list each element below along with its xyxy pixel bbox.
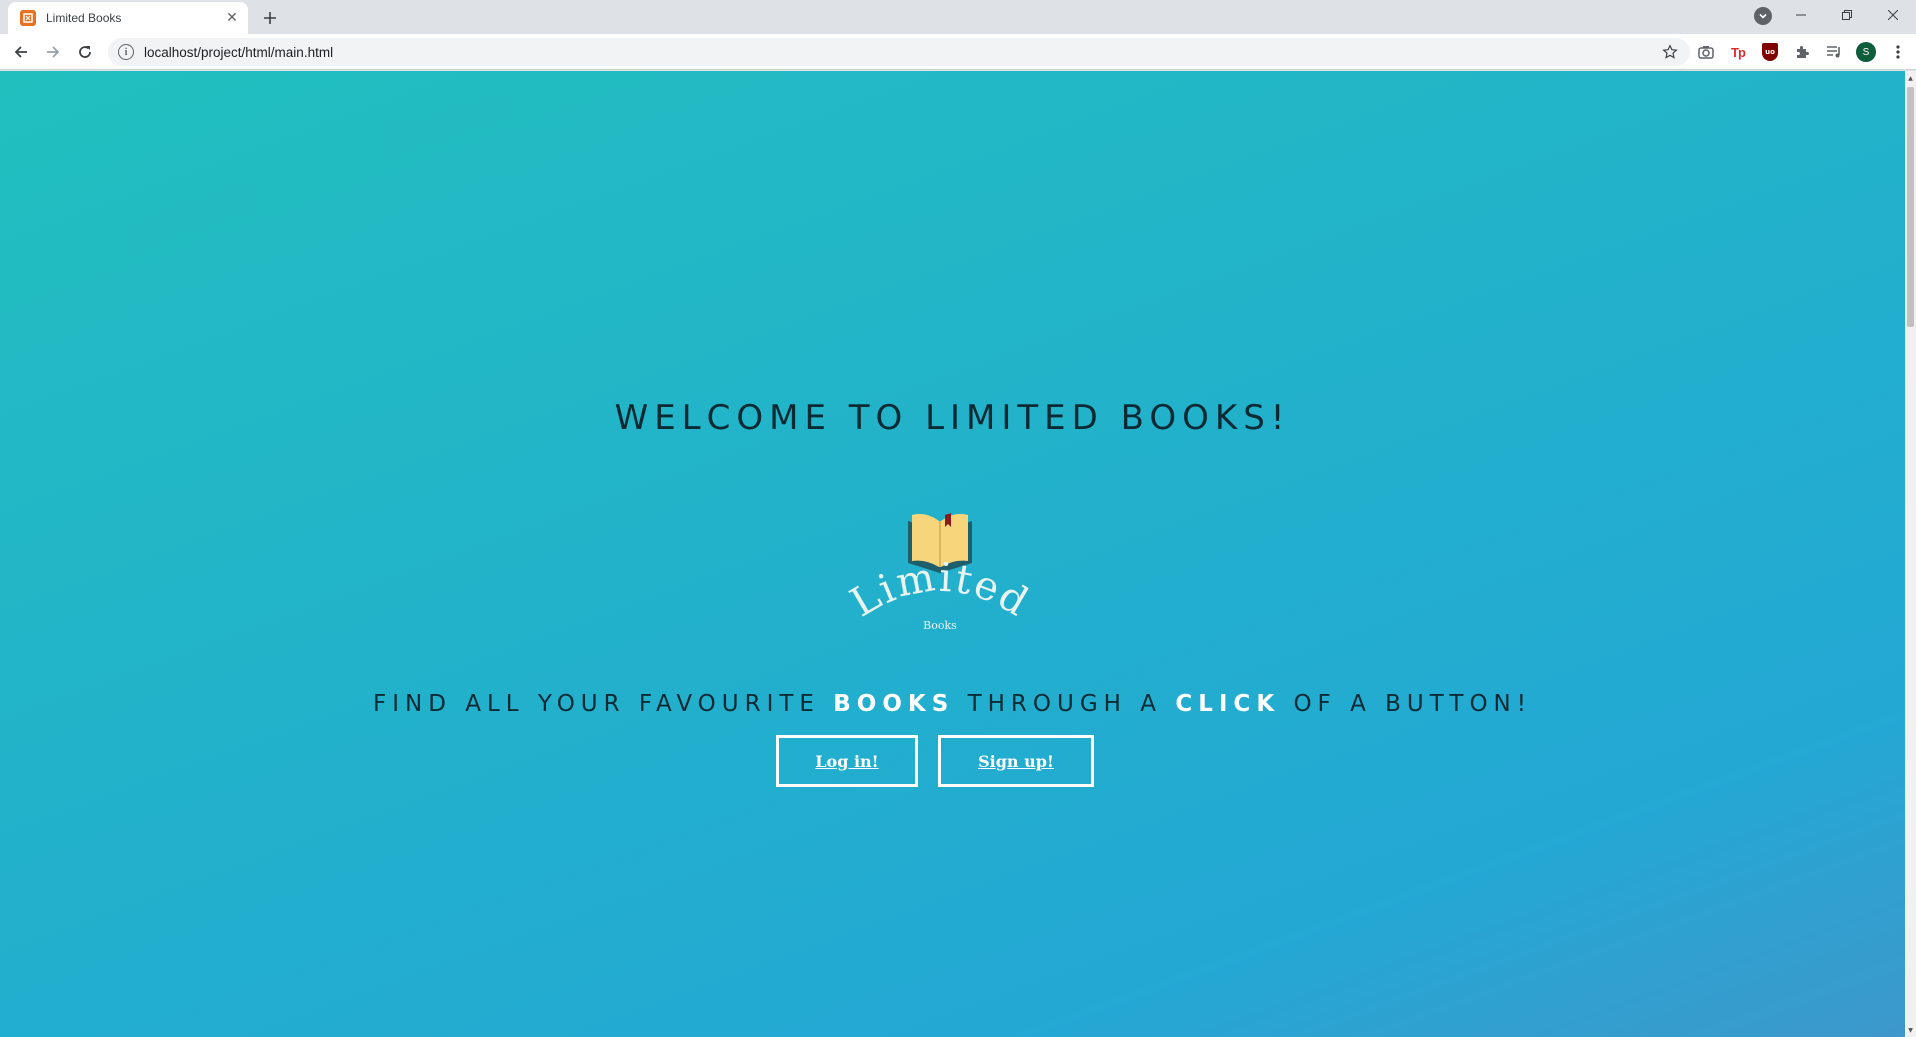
ublock-icon[interactable]: uo bbox=[1759, 41, 1781, 63]
tab-search-icon[interactable] bbox=[1754, 7, 1772, 25]
tagline-click: CLICK bbox=[1175, 691, 1281, 717]
puzzle-icon[interactable] bbox=[1791, 41, 1813, 63]
tab-title: Limited Books bbox=[46, 11, 122, 25]
camera-icon[interactable] bbox=[1695, 41, 1717, 63]
restore-icon[interactable] bbox=[1824, 0, 1870, 30]
page-viewport: WELCOME TO LIMITED BOOKS! Limited Books … bbox=[0, 71, 1905, 1037]
address-bar[interactable]: i localhost/project/html/main.html bbox=[108, 38, 1690, 66]
scroll-down-icon[interactable]: ▼ bbox=[1906, 1025, 1915, 1035]
menu-dots-icon[interactable] bbox=[1887, 41, 1909, 63]
signup-button[interactable]: Sign up! bbox=[938, 735, 1094, 787]
media-control-icon[interactable] bbox=[1823, 41, 1845, 63]
new-tab-icon[interactable] bbox=[258, 6, 282, 30]
site-info-icon[interactable]: i bbox=[118, 44, 134, 60]
tagline-part-5: OF A BUTTON! bbox=[1280, 691, 1532, 717]
back-arrow-icon[interactable] bbox=[9, 40, 33, 64]
login-button[interactable]: Log in! bbox=[776, 735, 918, 787]
tagline-part-1: FIND ALL YOUR FAVOURITE bbox=[373, 691, 834, 717]
scroll-up-icon[interactable]: ▲ bbox=[1906, 73, 1915, 83]
tab-close-icon[interactable]: ✕ bbox=[224, 10, 240, 26]
welcome-heading: WELCOME TO LIMITED BOOKS! bbox=[614, 398, 1291, 438]
tab-strip: Limited Books ✕ bbox=[0, 0, 1916, 34]
logo-title: Limited bbox=[843, 554, 1037, 626]
window-controls bbox=[1778, 0, 1916, 30]
page-scrollbar[interactable]: ▲ ▼ bbox=[1905, 71, 1916, 1037]
reload-icon[interactable] bbox=[73, 40, 97, 64]
scroll-thumb[interactable] bbox=[1907, 87, 1914, 327]
tp-extension-icon[interactable]: Tp bbox=[1727, 41, 1749, 63]
minimize-icon[interactable] bbox=[1778, 0, 1824, 30]
browser-toolbar: i localhost/project/html/main.html Tp uo… bbox=[0, 34, 1916, 70]
tagline: FIND ALL YOUR FAVOURITE BOOKS THROUGH A … bbox=[0, 691, 1905, 717]
logo-subtitle: Books bbox=[923, 619, 957, 632]
browser-tab[interactable]: Limited Books ✕ bbox=[8, 2, 248, 34]
close-window-icon[interactable] bbox=[1870, 0, 1916, 30]
tagline-books: BOOKS bbox=[833, 691, 955, 717]
profile-avatar[interactable]: S bbox=[1855, 41, 1877, 63]
url-text[interactable]: localhost/project/html/main.html bbox=[144, 45, 1658, 60]
limited-books-logo: Limited Books bbox=[840, 501, 1040, 641]
bookmark-star-icon[interactable] bbox=[1658, 40, 1682, 64]
tagline-part-3: THROUGH A bbox=[954, 691, 1176, 717]
forward-arrow-icon[interactable] bbox=[41, 40, 65, 64]
favicon-icon bbox=[20, 10, 36, 26]
